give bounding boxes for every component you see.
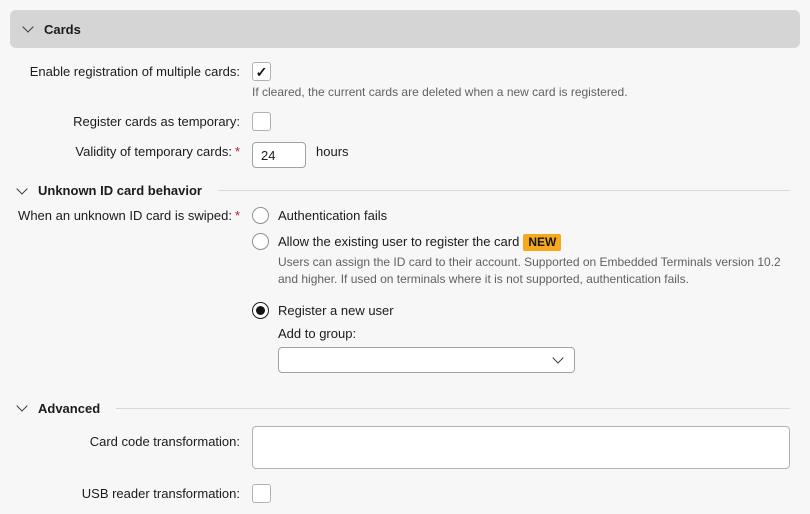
usb-reader-label: USB reader transformation: <box>10 484 252 501</box>
validity-input[interactable] <box>252 142 306 168</box>
add-to-group-select[interactable] <box>278 347 575 373</box>
radio-option-authentication-fails[interactable]: Authentication fails <box>252 206 790 224</box>
row-unknown-id-swiped: When an unknown ID card is swiped:* Auth… <box>0 206 810 373</box>
validity-label: Validity of temporary cards: <box>75 144 232 159</box>
radio-label: Authentication fails <box>278 206 387 223</box>
radio-option-allow-existing-user[interactable]: Allow the existing user to register the … <box>252 232 790 251</box>
radio-label: Register a new user <box>278 301 394 318</box>
radio-selected-icon[interactable] <box>252 302 269 319</box>
radio-icon[interactable] <box>252 207 269 224</box>
multiple-cards-label: Enable registration of multiple cards: <box>10 62 252 79</box>
allow-existing-user-description: Users can assign the ID card to their ac… <box>278 254 790 289</box>
radio-option-register-new-user[interactable]: Register a new user <box>252 301 790 319</box>
section-title-cards: Cards <box>44 22 81 37</box>
section-divider <box>218 190 790 191</box>
radio-label: Allow the existing user to register the … <box>278 234 519 249</box>
card-code-label: Card code transformation: <box>10 426 252 449</box>
radio-icon[interactable] <box>252 233 269 250</box>
row-multiple-cards: Enable registration of multiple cards: ✓… <box>0 62 810 99</box>
chevron-down-icon <box>16 183 27 194</box>
chevron-down-icon <box>16 401 27 412</box>
section-header-advanced[interactable]: Advanced <box>18 401 790 416</box>
add-to-group-label: Add to group: <box>278 326 790 341</box>
temporary-cards-label: Register cards as temporary: <box>10 112 252 129</box>
row-card-code-transformation: Card code transformation: <box>0 426 810 472</box>
validity-unit: hours <box>316 142 349 168</box>
temporary-cards-checkbox[interactable] <box>252 112 271 131</box>
chevron-down-icon <box>22 21 33 32</box>
multiple-cards-checkbox[interactable]: ✓ <box>252 62 271 81</box>
section-title-unknown-id: Unknown ID card behavior <box>38 183 202 198</box>
usb-reader-checkbox[interactable] <box>252 484 271 503</box>
section-title-advanced: Advanced <box>38 401 100 416</box>
multiple-cards-help: If cleared, the current cards are delete… <box>252 85 790 99</box>
section-header-unknown-id[interactable]: Unknown ID card behavior <box>18 183 790 198</box>
row-usb-reader-transformation: USB reader transformation: <box>0 484 810 506</box>
swiped-label: When an unknown ID card is swiped: <box>18 208 232 223</box>
chevron-down-icon <box>552 353 563 364</box>
new-badge: NEW <box>523 234 561 251</box>
row-validity: Validity of temporary cards:* hours <box>0 142 810 168</box>
card-code-textarea[interactable] <box>252 426 790 469</box>
row-temporary-cards: Register cards as temporary: <box>0 112 810 134</box>
required-asterisk: * <box>235 144 240 159</box>
section-header-cards[interactable]: Cards <box>10 10 800 48</box>
section-divider <box>116 408 790 409</box>
required-asterisk: * <box>235 208 240 223</box>
